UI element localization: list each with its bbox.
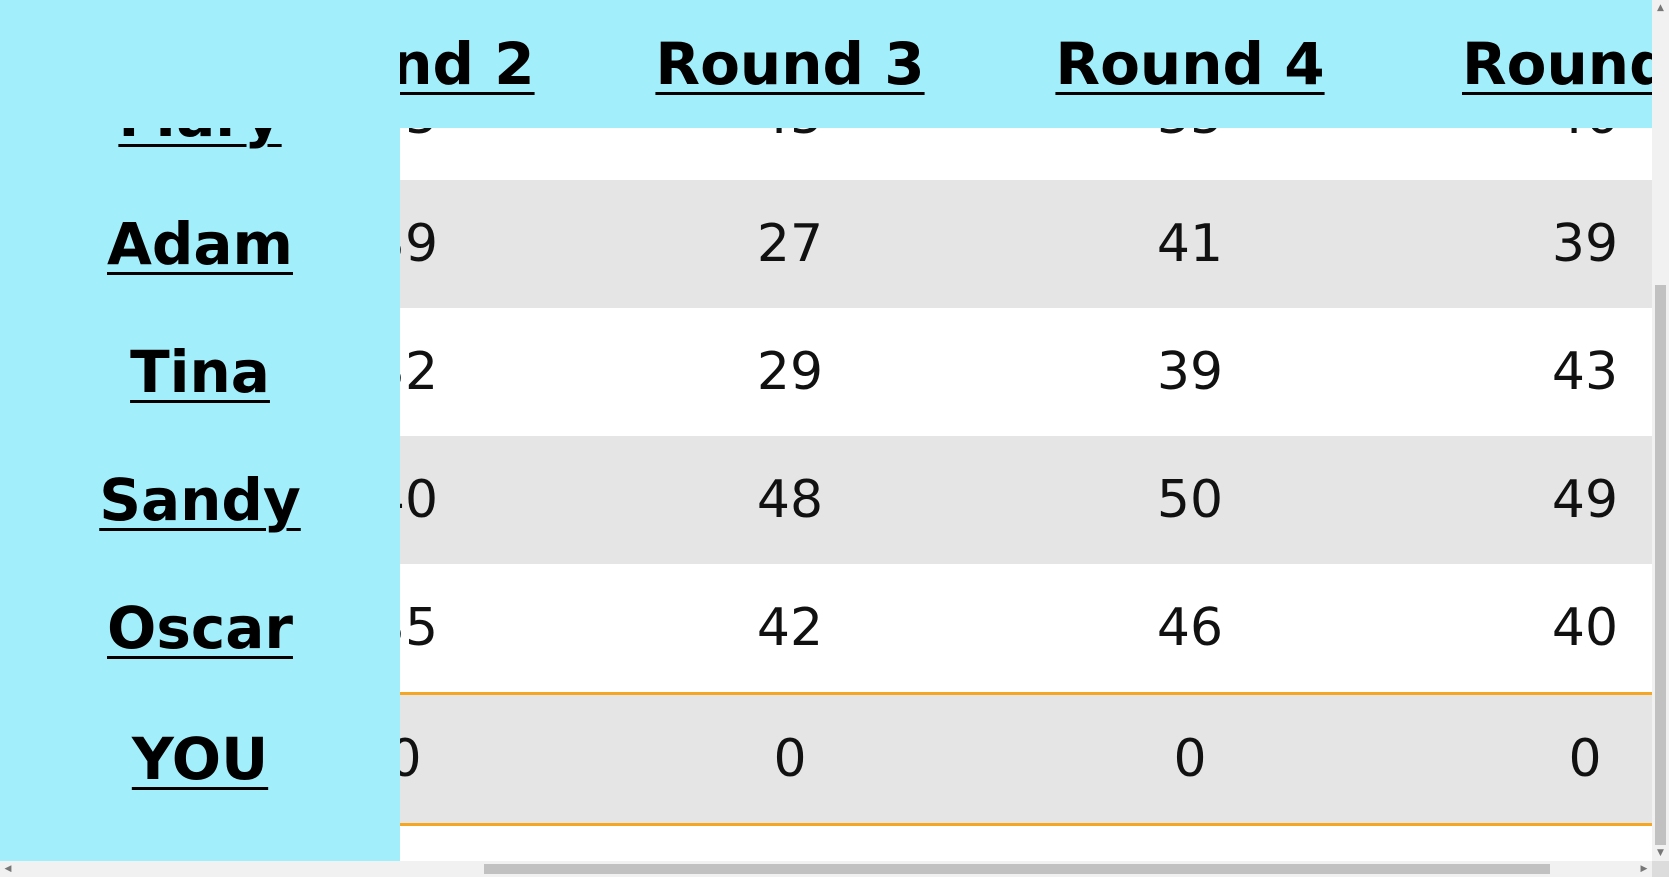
cell-round4: 41	[1156, 214, 1224, 274]
cell-round4: 46	[1156, 598, 1224, 658]
scroll-left-icon[interactable]: ◀	[0, 861, 16, 877]
vertical-scrollbar[interactable]: ▲ ▼	[1652, 0, 1669, 861]
scroll-up-icon[interactable]: ▲	[1652, 0, 1669, 16]
cell-round5: 43	[1551, 342, 1619, 402]
vertical-scroll-thumb[interactable]	[1655, 285, 1666, 845]
header-round3: Round 3	[655, 30, 925, 98]
player-name-oscar[interactable]: Oscar	[0, 564, 400, 692]
player-name-sandy[interactable]: Sandy	[0, 436, 400, 564]
player-name-column: Mary Adam Tina Sandy Oscar YOU	[0, 0, 400, 861]
player-name-adam[interactable]: Adam	[0, 180, 400, 308]
cell-round4: 50	[1156, 470, 1224, 530]
cell-round5: 39	[1551, 214, 1619, 274]
cell-round3: 0	[773, 729, 807, 789]
header-round5: Round 5	[1462, 30, 1652, 98]
cell-round3: 42	[756, 598, 824, 658]
player-name-you[interactable]: YOU	[0, 695, 400, 823]
cell-round3: 27	[756, 214, 824, 274]
scrollbar-corner	[1652, 861, 1669, 877]
header-round4: Round 4	[1055, 30, 1325, 98]
cell-round3: 29	[756, 342, 824, 402]
scoreboard-table: 45 45 35 46 39 27 41 39 32 29 39 43 40 4…	[0, 0, 1652, 861]
table-corner-cell	[0, 0, 400, 128]
cell-round3: 48	[756, 470, 824, 530]
cell-round4: 0	[1173, 729, 1207, 789]
cell-round4: 39	[1156, 342, 1224, 402]
cell-round5: 49	[1551, 470, 1619, 530]
horizontal-scrollbar[interactable]: ◀ ▶	[0, 861, 1652, 877]
scroll-right-icon[interactable]: ▶	[1636, 861, 1652, 877]
cell-round5: 40	[1551, 598, 1619, 658]
horizontal-scroll-thumb[interactable]	[484, 864, 1550, 874]
scroll-down-icon[interactable]: ▼	[1652, 845, 1669, 861]
player-name-tina[interactable]: Tina	[0, 308, 400, 436]
cell-round5: 0	[1568, 729, 1602, 789]
